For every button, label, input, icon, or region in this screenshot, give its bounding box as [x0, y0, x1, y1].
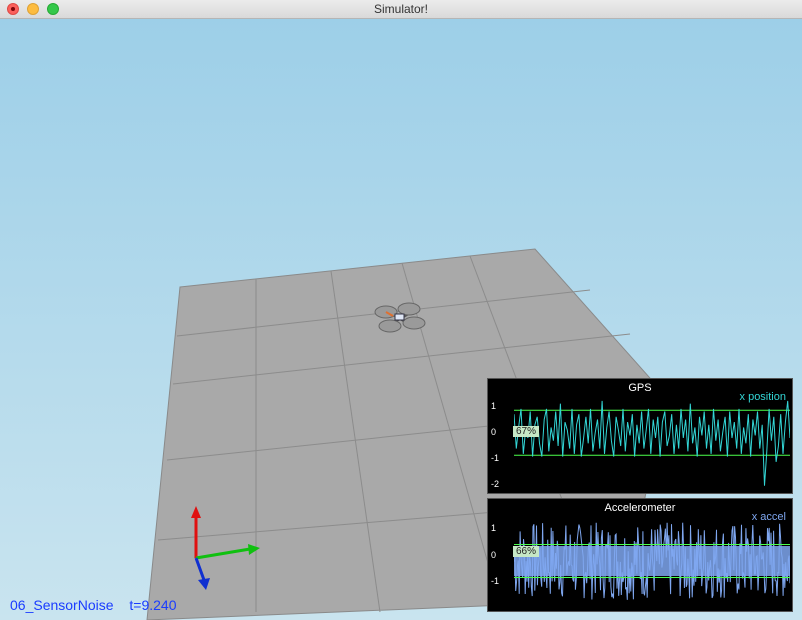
gps-ytick: 1 — [491, 401, 497, 411]
window-title: Simulator! — [373, 2, 429, 16]
gps-percent-badge: 67% — [513, 426, 540, 437]
gps-plot-area — [514, 400, 790, 486]
gps-ytick: 0 — [491, 427, 497, 437]
accelerometer-chart-panel: Accelerometer x accel 1 0 -1 66% — [487, 498, 793, 612]
window-titlebar[interactable]: Simulator! — [0, 0, 802, 19]
quadcopter-icon[interactable] — [374, 302, 426, 333]
accel-percent-badge: 66% — [513, 546, 540, 557]
gps-ytick: -1 — [491, 453, 500, 463]
accel-ytick: -1 — [491, 576, 500, 586]
gps-series-x-position — [514, 400, 790, 486]
accel-ytick: 0 — [491, 550, 497, 560]
status-line: 06_SensorNoise t=9.240 — [10, 597, 189, 613]
accel-ytick: 1 — [491, 523, 497, 533]
scenario-name: 06_SensorNoise — [10, 597, 114, 613]
gps-chart-panel: GPS x position 1 0 -1 -2 67% — [487, 378, 793, 494]
gps-ytick: -2 — [491, 479, 500, 489]
accelerometer-plot-area — [514, 522, 790, 600]
sim-time: t=9.240 — [129, 597, 177, 613]
